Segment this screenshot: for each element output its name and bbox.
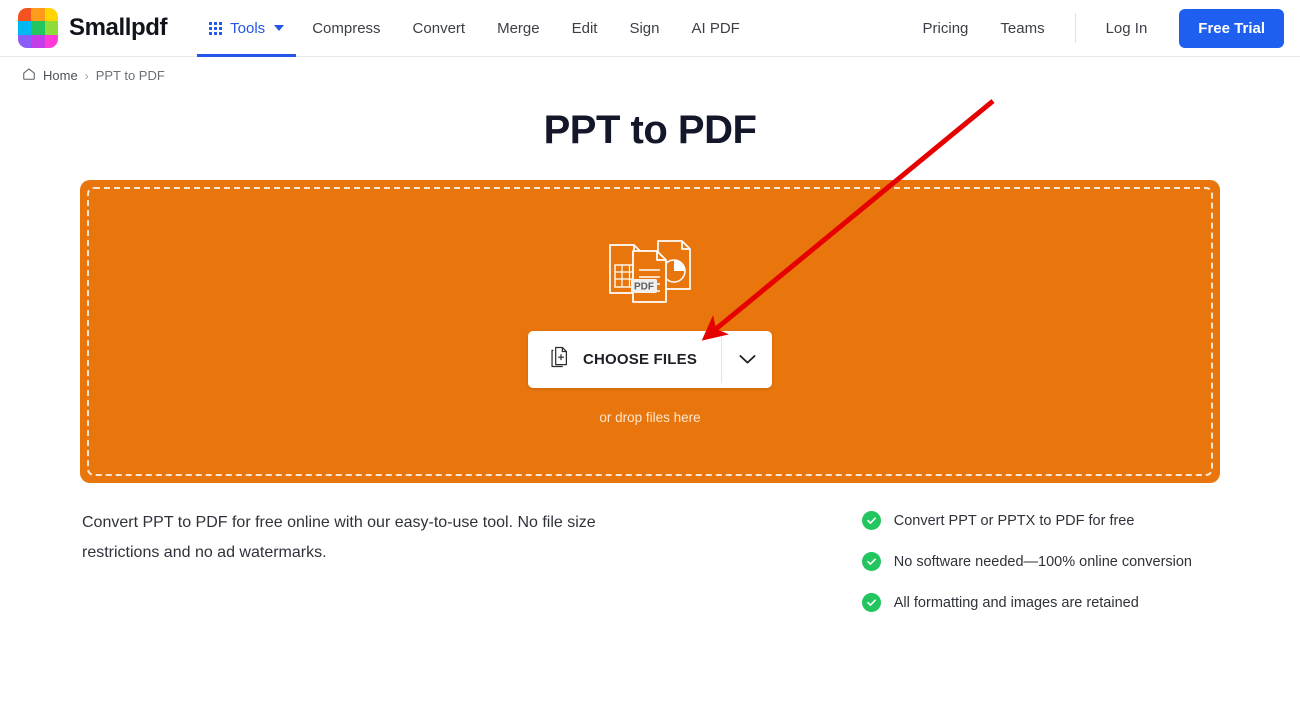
nav-item-edit[interactable]: Edit xyxy=(556,0,614,57)
active-tab-indicator xyxy=(197,53,297,57)
choose-files-dropdown-toggle[interactable] xyxy=(722,331,772,388)
nav-item-tools[interactable]: Tools xyxy=(197,0,297,57)
nav-item-convert[interactable]: Convert xyxy=(397,0,482,57)
ppt-to-pdf-documents-icon: PDF xyxy=(601,238,699,309)
breadcrumb-home[interactable]: Home xyxy=(43,68,78,83)
logo-cell xyxy=(18,8,32,22)
feature-item-label: Convert PPT or PPTX to PDF for free xyxy=(893,512,1135,529)
breadcrumb-current: PPT to PDF xyxy=(95,68,165,83)
check-circle-icon xyxy=(861,511,881,530)
nav-item-pricing[interactable]: Pricing xyxy=(907,0,985,57)
dropzone-wrapper: PDF CHOOSE FILES or drop files here xyxy=(80,180,1220,483)
logo-cell xyxy=(31,21,45,35)
feature-item: No software needed—100% online conversio… xyxy=(861,552,1192,571)
file-add-icon xyxy=(549,346,570,373)
breadcrumb-separator: › xyxy=(84,68,89,83)
grid-dots-icon xyxy=(209,21,223,35)
feature-item-label: All formatting and images are retained xyxy=(893,594,1139,611)
free-trial-button[interactable]: Free Trial xyxy=(1179,8,1284,48)
choose-files-main[interactable]: CHOOSE FILES xyxy=(528,331,721,388)
logo-cell xyxy=(31,34,45,48)
breadcrumb: Home › PPT to PDF xyxy=(0,57,1300,84)
page-title: PPT to PDF xyxy=(543,108,757,152)
nav-item-tools-label: Tools xyxy=(230,19,266,37)
header-right-actions: Pricing Teams Log In Free Trial xyxy=(907,0,1284,57)
login-link[interactable]: Log In xyxy=(1090,0,1164,57)
smallpdf-logo-icon xyxy=(18,8,58,48)
nav-item-ai-pdf[interactable]: AI PDF xyxy=(676,0,756,57)
drop-files-hint: or drop files here xyxy=(599,410,701,425)
top-navigation-bar: Smallpdf Tools Compress Convert Merge Ed… xyxy=(0,0,1300,57)
logo-cell xyxy=(44,8,58,22)
check-circle-icon xyxy=(861,552,881,571)
logo-cell xyxy=(31,8,45,22)
logo-cell xyxy=(18,21,32,35)
bottom-content: Convert PPT to PDF for free online with … xyxy=(0,508,1300,612)
brand-name: Smallpdf xyxy=(69,14,168,41)
logo-cell xyxy=(44,34,58,48)
logo-cell xyxy=(44,21,58,35)
nav-item-sign[interactable]: Sign xyxy=(613,0,675,57)
file-dropzone[interactable]: PDF CHOOSE FILES or drop files here xyxy=(80,180,1220,483)
brand-logo[interactable]: Smallpdf xyxy=(18,8,168,48)
choose-files-button[interactable]: CHOOSE FILES xyxy=(527,331,773,388)
header-divider xyxy=(1074,13,1076,43)
chevron-down-icon xyxy=(739,355,756,364)
feature-item: All formatting and images are retained xyxy=(861,593,1192,612)
pdf-badge-label: PDF xyxy=(634,282,654,293)
chevron-down-icon xyxy=(274,25,285,31)
main-menu: Tools Compress Convert Merge Edit Sign A… xyxy=(197,0,756,57)
tool-description: Convert PPT to PDF for free online with … xyxy=(82,514,596,561)
feature-item-label: No software needed—100% online conversio… xyxy=(893,553,1192,570)
home-icon xyxy=(22,67,36,84)
feature-list: Convert PPT or PPTX to PDF for free No s… xyxy=(861,508,1278,612)
choose-files-label: CHOOSE FILES xyxy=(582,351,698,368)
nav-item-compress[interactable]: Compress xyxy=(296,0,396,57)
feature-item: Convert PPT or PPTX to PDF for free xyxy=(861,511,1192,530)
logo-cell xyxy=(18,34,32,48)
nav-item-teams[interactable]: Teams xyxy=(984,0,1060,57)
nav-item-merge[interactable]: Merge xyxy=(481,0,556,57)
check-circle-icon xyxy=(861,593,881,612)
